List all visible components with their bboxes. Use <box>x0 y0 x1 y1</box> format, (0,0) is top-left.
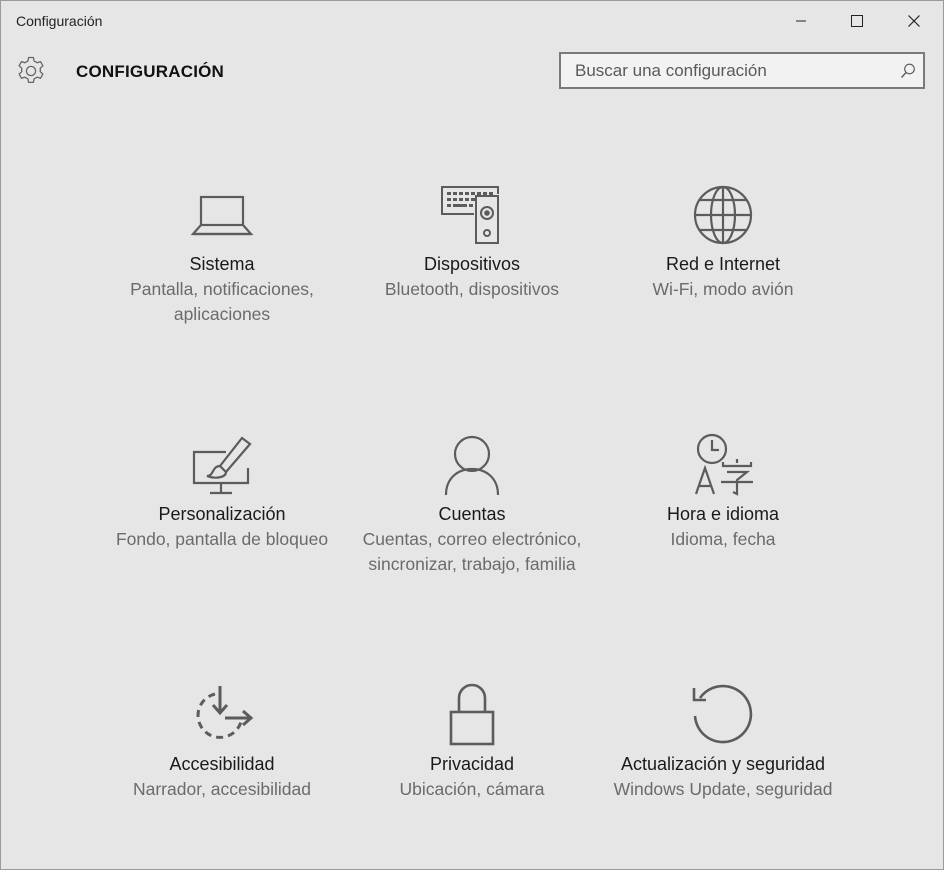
tile-accesibilidad[interactable]: Accesibilidad Narrador, accesibilidad <box>102 682 342 802</box>
devices-icon <box>441 186 499 244</box>
tile-description: Wi-Fi, modo avión <box>652 279 794 299</box>
personalization-icon <box>192 436 252 495</box>
tile-name: Dispositivos <box>423 254 521 274</box>
lock-icon <box>449 683 495 746</box>
person-icon <box>444 435 500 496</box>
settings-grid: Sistema Pantalla, notificaciones, aplica… <box>1 1 943 869</box>
tile-name: Privacidad <box>429 754 515 774</box>
tile-description: Windows Update, seguridad <box>613 779 833 799</box>
tile-name: Accesibilidad <box>169 754 275 774</box>
settings-window: Configuración CONFIGURACIÓN Buscar una c… <box>0 0 944 870</box>
tile-name: Sistema <box>189 254 255 274</box>
laptop-icon <box>190 195 254 236</box>
globe-icon <box>693 185 753 245</box>
tile-red-internet[interactable]: Red e Internet Wi-Fi, modo avión <box>603 182 843 302</box>
tile-description: Narrador, accesibilidad <box>132 779 311 799</box>
tile-description: Cuentas, correo electrónico, sincronizar… <box>362 529 582 574</box>
tile-sistema[interactable]: Sistema Pantalla, notificaciones, aplica… <box>102 182 342 327</box>
tile-hora-idioma[interactable]: Hora e idioma Idioma, fecha <box>603 432 843 552</box>
tile-name: Personalización <box>158 504 286 524</box>
tile-description: Idioma, fecha <box>670 529 776 549</box>
tile-name: Hora e idioma <box>666 504 780 524</box>
tile-cuentas[interactable]: Cuentas Cuentas, correo electrónico, sin… <box>352 432 592 577</box>
tile-name: Cuentas <box>438 504 506 524</box>
update-icon <box>692 684 753 744</box>
tile-description: Ubicación, cámara <box>399 779 545 799</box>
accessibility-icon <box>196 686 254 739</box>
tile-description: Pantalla, notificaciones, aplicaciones <box>130 279 314 324</box>
time-language-icon <box>694 433 753 496</box>
tile-name: Red e Internet <box>665 254 781 274</box>
tile-personalizacion[interactable]: Personalización Fondo, pantalla de bloqu… <box>102 432 342 552</box>
tile-description: Bluetooth, dispositivos <box>384 279 560 299</box>
tile-name: Actualización y seguridad <box>620 754 826 774</box>
tile-dispositivos[interactable]: Dispositivos Bluetooth, dispositivos <box>352 182 592 302</box>
tile-description: Fondo, pantalla de bloqueo <box>115 529 329 549</box>
tile-actualizacion-seguridad[interactable]: Actualización y seguridad Windows Update… <box>603 682 843 802</box>
tile-privacidad[interactable]: Privacidad Ubicación, cámara <box>352 682 592 802</box>
